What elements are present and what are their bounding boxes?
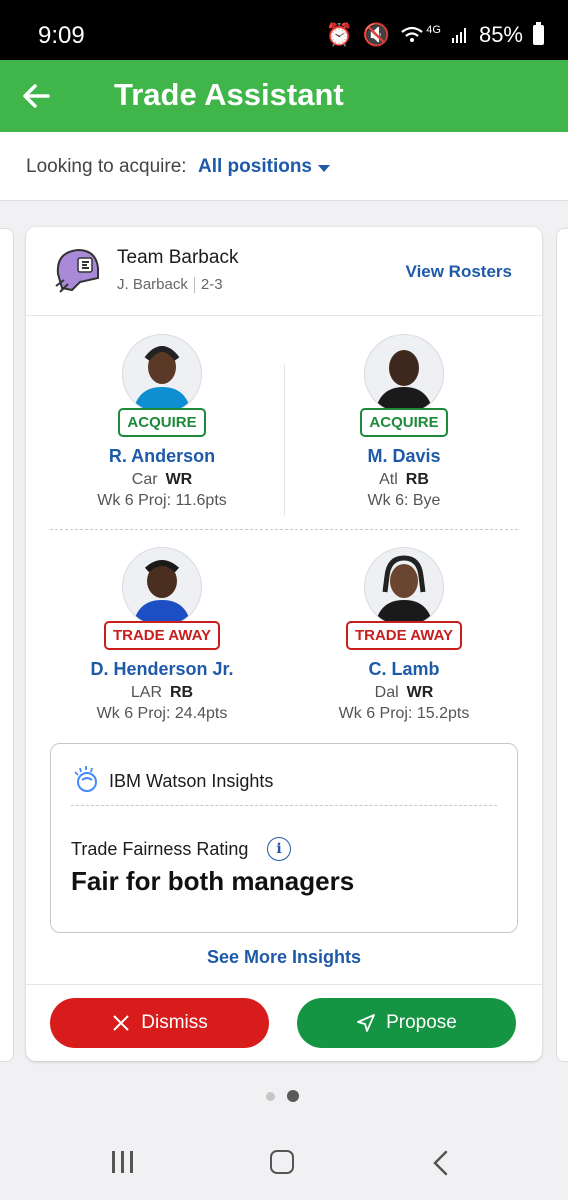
previous-card-peek[interactable] (0, 228, 14, 1062)
player-team-position: Atl RB (284, 471, 524, 489)
back-icon[interactable] (430, 1150, 452, 1176)
mute-icon: 🔇 (362, 22, 391, 47)
player-team-position: LAR RB (42, 684, 282, 702)
player-position: RB (405, 471, 429, 488)
info-icon[interactable]: i (267, 837, 291, 861)
player-position: WR (165, 471, 193, 488)
divider (71, 805, 497, 806)
divider (50, 529, 518, 530)
divider (193, 276, 195, 293)
divider (26, 315, 542, 316)
status-bar: 9:09 ⏰ 🔇 4G 85% (0, 0, 568, 60)
player-tile[interactable]: ACQUIRE R. Anderson Car WR Wk 6 Proj: 11.… (42, 334, 282, 510)
dismiss-label: Dismiss (141, 1012, 208, 1033)
back-arrow-icon[interactable] (18, 78, 54, 114)
close-icon (113, 1015, 129, 1031)
player-headshot-icon (375, 350, 433, 413)
player-headshot-icon (375, 555, 433, 626)
network-type: 4G (426, 24, 441, 36)
view-rosters-link[interactable]: View Rosters (406, 262, 512, 282)
propose-label: Propose (386, 1012, 457, 1033)
player-tile[interactable]: TRADE AWAY C. Lamb Dal WR Wk 6 Proj: 15.2… (284, 547, 524, 723)
player-team: LAR (130, 684, 162, 701)
manager-name: J. Barback (117, 276, 188, 293)
player-avatar (122, 334, 202, 414)
acquire-tag: ACQUIRE (118, 408, 206, 437)
player-avatar (122, 547, 202, 627)
player-projection: Wk 6 Proj: 24.4pts (96, 705, 228, 722)
player-name[interactable]: R. Anderson (42, 446, 282, 467)
player-position: WR (406, 684, 434, 701)
divider (26, 984, 542, 985)
position-dropdown[interactable]: All positions (198, 156, 312, 178)
trade-away-tag: TRADE AWAY (345, 621, 463, 650)
dismiss-button[interactable]: Dismiss (50, 998, 269, 1048)
status-time: 9:09 (38, 22, 85, 49)
player-team: Car (131, 471, 158, 488)
status-icons: ⏰ 🔇 4G 85% (325, 22, 544, 48)
player-team: Atl (379, 471, 398, 488)
player-tile[interactable]: ACQUIRE M. Davis Atl RB Wk 6: Bye (284, 334, 524, 510)
wifi-icon (401, 26, 423, 42)
player-avatar (364, 334, 444, 414)
watson-insights-panel: IBM Watson Insights Trade Fairness Ratin… (50, 743, 518, 933)
acquire-tag: ACQUIRE (360, 408, 448, 437)
recent-apps-icon[interactable] (112, 1151, 133, 1173)
page-dot-active[interactable] (287, 1090, 299, 1102)
player-position: RB (170, 684, 194, 701)
player-headshot-icon (133, 560, 191, 626)
ibm-watson-icon (74, 766, 97, 792)
system-nav-bar (0, 1130, 568, 1200)
alarm-icon: ⏰ (325, 22, 353, 47)
send-icon (357, 1014, 376, 1032)
battery-percent: 85% (478, 22, 523, 47)
player-avatar (364, 547, 444, 627)
filter-label: Looking to acquire: (26, 156, 187, 177)
player-projection: Wk 6: Bye (367, 492, 441, 509)
team-record: 2-3 (200, 276, 223, 293)
fairness-label: Trade Fairness Rating (71, 839, 249, 859)
player-tile[interactable]: TRADE AWAY D. Henderson Jr. LAR RB Wk 6 P… (42, 547, 282, 723)
player-headshot-icon (133, 346, 191, 413)
insights-title: IBM Watson Insights (109, 771, 274, 791)
battery-icon (533, 22, 544, 45)
team-helmet-icon (55, 248, 99, 293)
home-icon[interactable] (270, 1150, 294, 1174)
page-title: Trade Assistant (114, 77, 344, 112)
player-projection: Wk 6 Proj: 15.2pts (338, 705, 470, 722)
fairness-value: Fair for both managers (71, 866, 355, 896)
player-team-position: Dal WR (284, 684, 524, 702)
position-filter: Looking to acquire: All positions (0, 132, 568, 201)
player-projection: Wk 6 Proj: 11.6pts (97, 492, 227, 509)
app-bar: Trade Assistant (0, 60, 568, 132)
trade-card: Team Barback J. Barback 2-3 View Rosters… (26, 227, 542, 1061)
pager-dots (266, 1090, 299, 1102)
chevron-down-icon[interactable] (318, 165, 330, 172)
player-team: Dal (374, 684, 399, 701)
player-team-position: Car WR (42, 471, 282, 489)
team-name: Team Barback (117, 247, 239, 268)
player-name[interactable]: D. Henderson Jr. (42, 659, 282, 680)
next-card-peek[interactable] (556, 228, 568, 1062)
see-more-insights-link[interactable]: See More Insights (26, 947, 542, 968)
player-name[interactable]: C. Lamb (284, 659, 524, 680)
trade-away-tag: TRADE AWAY (103, 621, 221, 650)
team-subtitle: J. Barback 2-3 (117, 276, 223, 293)
player-name[interactable]: M. Davis (284, 446, 524, 467)
propose-button[interactable]: Propose (297, 998, 516, 1048)
page-dot[interactable] (266, 1091, 275, 1101)
signal-icon (451, 28, 466, 43)
